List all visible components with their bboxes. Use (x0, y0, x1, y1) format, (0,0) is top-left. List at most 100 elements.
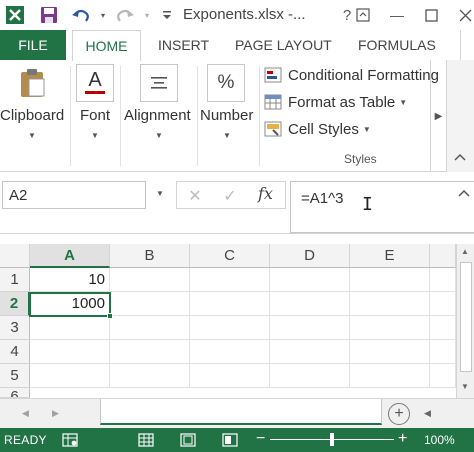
insert-function-icon[interactable]: fx (258, 184, 273, 203)
cell-b3[interactable] (110, 316, 190, 340)
cell-b1[interactable] (110, 268, 190, 292)
cell-styles-button[interactable]: Cell Styles ▼ (264, 117, 371, 141)
column-header-partial[interactable] (430, 244, 456, 268)
cell-b5[interactable] (110, 364, 190, 388)
zoom-in-button[interactable]: + (398, 430, 407, 448)
macro-recording-icon[interactable] (62, 432, 78, 448)
cell-c3[interactable] (190, 316, 270, 340)
tab-home[interactable]: HOME (72, 30, 141, 61)
row-header-5[interactable]: 5 (0, 364, 30, 388)
save-icon[interactable] (38, 3, 60, 27)
cell-e2[interactable] (350, 292, 430, 316)
cell-d1[interactable] (270, 268, 350, 292)
select-all-corner[interactable] (0, 244, 30, 268)
active-cell-border (29, 292, 111, 317)
cell-b4[interactable] (110, 340, 190, 364)
group-clipboard[interactable]: Clipboard ▼ (0, 60, 70, 172)
cell-b2[interactable] (110, 292, 190, 316)
tabs-overflow[interactable] (460, 30, 474, 60)
sheet-tab-active[interactable] (100, 399, 382, 425)
new-sheet-icon[interactable]: + (388, 403, 410, 425)
cell-a4[interactable] (30, 340, 110, 364)
zoom-level[interactable]: 100% (424, 433, 455, 447)
column-header-e[interactable]: E (350, 244, 430, 268)
maximize-icon[interactable] (420, 4, 442, 26)
close-icon[interactable] (454, 4, 474, 26)
tab-file[interactable]: FILE (0, 30, 66, 60)
cell-d3[interactable] (270, 316, 350, 340)
group-number[interactable]: % Number ▼ (198, 60, 258, 172)
cell-c1[interactable] (190, 268, 270, 292)
alignment-label: Alignment (124, 107, 191, 124)
cell-d4[interactable] (270, 340, 350, 364)
group-alignment[interactable]: Alignment ▼ (122, 60, 196, 172)
ribbon-display-options-icon[interactable] (352, 4, 374, 26)
page-break-view-icon[interactable] (222, 432, 238, 448)
row-header-3[interactable]: 3 (0, 316, 30, 340)
tab-page-layout[interactable]: PAGE LAYOUT (235, 30, 332, 60)
conditional-formatting-icon (264, 67, 282, 83)
cell-f3[interactable] (430, 316, 456, 340)
normal-view-icon[interactable] (138, 432, 154, 448)
minimize-icon[interactable]: — (386, 4, 408, 26)
cell-e1[interactable] (350, 268, 430, 292)
cell-c4[interactable] (190, 340, 270, 364)
collapse-ribbon-icon[interactable] (454, 150, 466, 164)
cell-c2[interactable] (190, 292, 270, 316)
cell-a1[interactable]: 10 (30, 268, 110, 292)
previous-sheet-icon[interactable]: ◀ (22, 408, 29, 419)
worksheet-grid[interactable]: A B C D E 1 2 3 4 5 6 10 1000 ▲ ▼ (0, 244, 474, 398)
zoom-out-button[interactable]: − (256, 430, 265, 448)
ribbon-scroll-right-icon[interactable]: ▶ (430, 60, 446, 172)
formula-bar: A2 ▼ ✕ ✓ fx =A1^3 I (0, 172, 474, 234)
cell-a3[interactable] (30, 316, 110, 340)
formula-bar-collapse-icon[interactable] (458, 186, 470, 200)
scroll-down-icon[interactable]: ▼ (461, 382, 469, 391)
excel-logo-icon[interactable] (4, 3, 26, 27)
redo-icon[interactable] (114, 3, 136, 27)
conditional-formatting-label: Conditional Formatting (288, 66, 439, 84)
column-header-c[interactable]: C (190, 244, 270, 268)
row-header-2[interactable]: 2 (0, 292, 30, 316)
next-sheet-icon[interactable]: ▶ (52, 408, 59, 419)
customize-qat-icon[interactable] (156, 3, 178, 27)
cell-e3[interactable] (350, 316, 430, 340)
cell-c5[interactable] (190, 364, 270, 388)
cell-f5[interactable] (430, 364, 456, 388)
column-header-a[interactable]: A (30, 244, 110, 268)
text-cursor-icon: I (362, 194, 373, 215)
redo-dropdown-icon[interactable]: ▾ (136, 3, 158, 27)
cell-f2[interactable] (430, 292, 456, 316)
cell-d5[interactable] (270, 364, 350, 388)
ribbon-home: Clipboard ▼ A Font ▼ Alignment ▼ % Numbe… (0, 60, 474, 172)
tab-insert[interactable]: INSERT (158, 30, 209, 60)
row-header-6[interactable]: 6 (0, 388, 30, 398)
conditional-formatting-button[interactable]: Conditional Formatting (264, 63, 439, 87)
undo-dropdown-icon[interactable]: ▾ (92, 3, 114, 27)
scroll-left-icon[interactable]: ◀ (424, 408, 431, 419)
undo-icon[interactable] (70, 3, 92, 27)
tab-formulas[interactable]: FORMULAS (358, 30, 436, 60)
row-header-4[interactable]: 4 (0, 340, 30, 364)
zoom-slider-thumb[interactable] (330, 433, 334, 446)
cell-f1[interactable] (430, 268, 456, 292)
column-header-b[interactable]: B (110, 244, 190, 268)
cell-e5[interactable] (350, 364, 430, 388)
vertical-scrollbar[interactable]: ▲ ▼ (456, 244, 474, 398)
cell-d2[interactable] (270, 292, 350, 316)
row-header-1[interactable]: 1 (0, 268, 30, 292)
scroll-up-icon[interactable]: ▲ (461, 247, 469, 256)
cell-styles-icon (264, 121, 282, 137)
cell-e4[interactable] (350, 340, 430, 364)
formula-input[interactable]: =A1^3 (290, 181, 474, 233)
column-header-d[interactable]: D (270, 244, 350, 268)
name-box[interactable]: A2 (2, 181, 146, 209)
vertical-scroll-thumb[interactable] (460, 262, 472, 372)
fill-handle[interactable] (107, 313, 113, 319)
format-as-table-button[interactable]: Format as Table ▼ (264, 90, 407, 114)
name-box-dropdown-icon[interactable]: ▼ (156, 189, 164, 198)
cell-a5[interactable] (30, 364, 110, 388)
group-font[interactable]: A Font ▼ (72, 60, 118, 172)
cell-f4[interactable] (430, 340, 456, 364)
page-layout-view-icon[interactable] (180, 432, 196, 448)
